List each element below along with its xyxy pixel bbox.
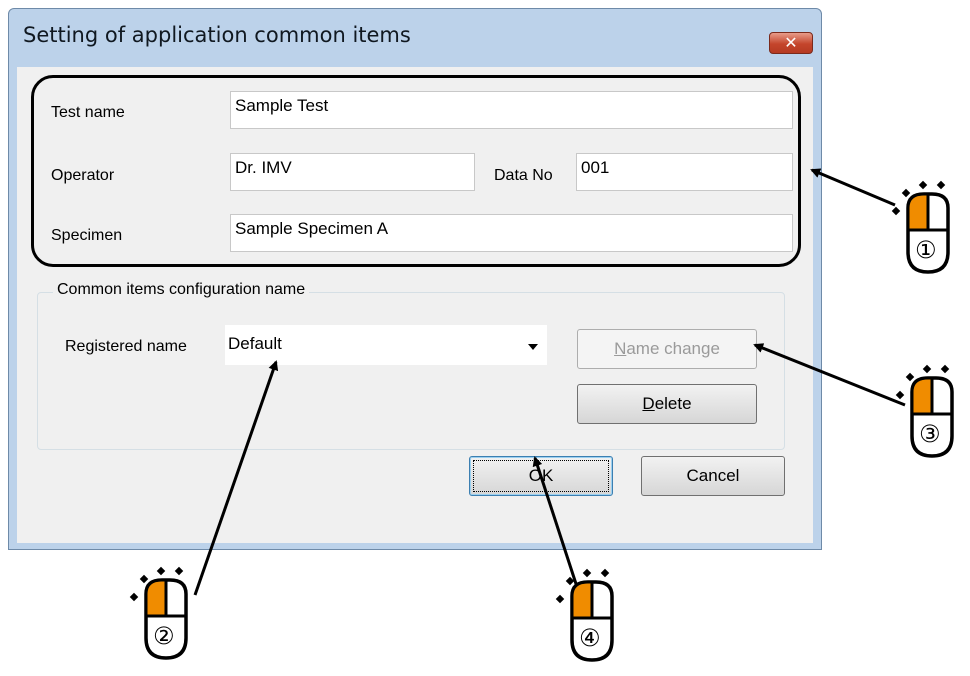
- callout-number: ①: [915, 236, 937, 264]
- callout-number: ②: [153, 622, 175, 650]
- mouse-click-icon-3: ③: [890, 362, 970, 472]
- arrow-to-registered-name: [193, 360, 279, 596]
- callout-number: ③: [919, 420, 941, 448]
- callout-number: ④: [579, 624, 601, 652]
- mouse-click-icon-2: ②: [124, 564, 208, 674]
- mouse-click-icon-1: ①: [886, 178, 970, 288]
- arrow-to-name-change: [753, 343, 906, 407]
- mouse-click-icon-4: ④: [550, 566, 634, 676]
- arrow-to-fields: [810, 168, 896, 207]
